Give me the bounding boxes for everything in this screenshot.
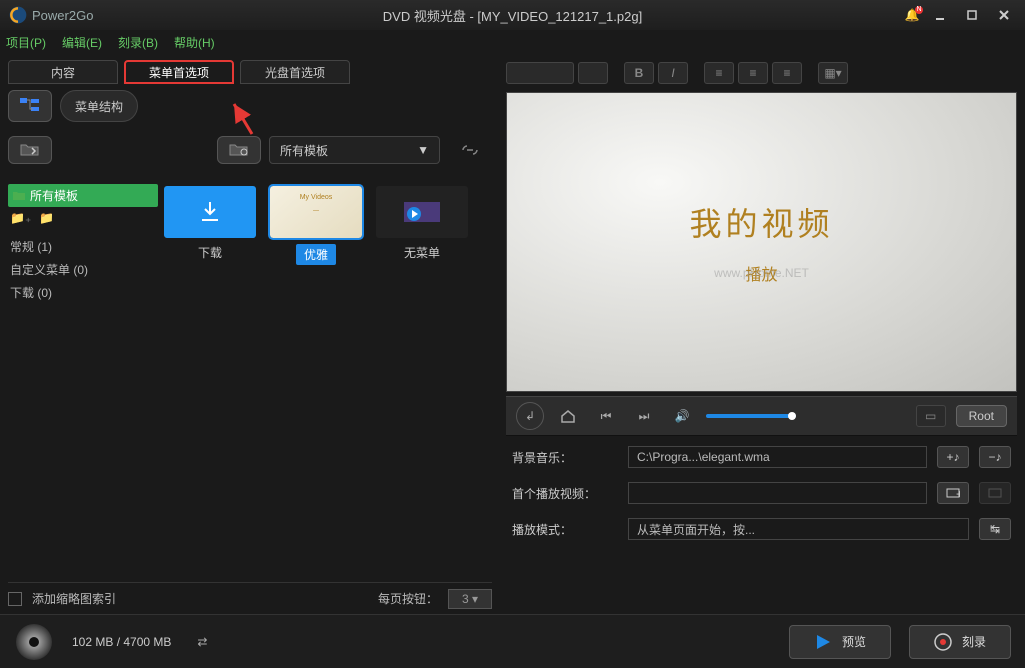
play-icon — [814, 633, 832, 651]
bgm-label: 背景音乐： — [512, 449, 618, 466]
folder-small-icon — [12, 190, 26, 202]
thumb-index-label: 添加缩略图索引 — [32, 590, 116, 607]
align-left-button[interactable]: ≡ — [704, 62, 734, 84]
align-center-button[interactable]: ≡ — [738, 62, 768, 84]
tree-download[interactable]: 下载 (0) — [8, 281, 158, 304]
window-title: DVD 视频光盘 - [MY_VIDEO_121217_1.p2g] — [383, 6, 642, 25]
download-icon — [196, 198, 224, 226]
menu-burn[interactable]: 刻录(B) — [118, 34, 158, 51]
play-mode-value[interactable]: 从菜单页面开始，按... — [628, 518, 969, 540]
template-filter-label: 所有模板 — [280, 142, 328, 159]
template-card-download[interactable]: 下载 — [164, 186, 256, 261]
first-video-value[interactable] — [628, 482, 927, 504]
volume-slider[interactable] — [706, 414, 796, 418]
italic-button[interactable]: I — [658, 62, 688, 84]
template-card-nomenu[interactable]: 无菜单 — [376, 186, 468, 261]
bold-button[interactable]: B — [624, 62, 654, 84]
preview-title[interactable]: 我的视频 — [689, 199, 833, 245]
preview-toolbar: B I ≡ ≡ ≡ ▦▾ — [506, 60, 1017, 86]
thumb-index-checkbox[interactable] — [8, 592, 22, 606]
new-folder-icon[interactable]: 📁₊ — [10, 211, 31, 225]
remove-video-button[interactable] — [979, 482, 1011, 504]
disc-icon — [14, 622, 54, 662]
menu-bar: 项目(P) 编辑(E) 刻录(B) 帮助(H) — [0, 30, 1025, 54]
tab-content[interactable]: 内容 — [8, 60, 118, 84]
preview-button[interactable]: 预览 — [789, 625, 891, 659]
svg-text:+: + — [956, 487, 960, 500]
root-button[interactable]: Root — [956, 405, 1007, 427]
return-button[interactable]: ↲ — [516, 402, 544, 430]
swap-icon[interactable]: ⇄ — [197, 635, 207, 649]
maximize-button[interactable] — [959, 5, 985, 25]
burn-disc-icon — [934, 633, 952, 651]
display-mode-button[interactable]: ▭ — [916, 405, 946, 427]
add-video-button[interactable]: + — [937, 482, 969, 504]
menu-help[interactable]: 帮助(H) — [174, 34, 215, 51]
home-button[interactable] — [554, 402, 582, 430]
tab-disc-preferences[interactable]: 光盘首选项 — [240, 60, 350, 84]
folder-gear-icon — [228, 142, 250, 158]
menu-preview: 我的视频 播放 www.pHome.NET — [506, 92, 1017, 392]
tab-menu-preferences[interactable]: 菜单首选项 — [124, 60, 234, 84]
align-right-button[interactable]: ≡ — [772, 62, 802, 84]
remove-music-button[interactable]: −♪ — [979, 446, 1011, 468]
layout-button[interactable]: ▦▾ — [818, 62, 848, 84]
category-all-templates[interactable]: 所有模板 — [8, 184, 158, 207]
link-icon[interactable] — [448, 136, 492, 164]
app-name: Power2Go — [32, 8, 93, 23]
folder-settings-button[interactable] — [217, 136, 261, 164]
menu-structure-button[interactable] — [8, 90, 52, 122]
per-page-label: 每页按钮： — [378, 590, 438, 607]
player-controls: ↲ ⏮ ⏭ 🔊 ▭ Root — [506, 396, 1017, 436]
bgm-value[interactable]: C:\Progra...\elegant.wma — [628, 446, 927, 468]
tree-general[interactable]: 常规 (1) — [8, 235, 158, 258]
notification-bell-icon[interactable]: 🔔N — [903, 8, 921, 22]
capacity-text: 102 MB / 4700 MB — [72, 635, 171, 649]
template-card-elegant[interactable]: My Videos— 优雅 — [270, 186, 362, 265]
prev-button[interactable]: ⏮ — [592, 402, 620, 430]
menu-edit[interactable]: 编辑(E) — [62, 34, 102, 51]
title-bar: Power2Go DVD 视频光盘 - [MY_VIDEO_121217_1.p… — [0, 0, 1025, 30]
font-dropdown[interactable] — [506, 62, 574, 84]
template-filter-dropdown[interactable]: 所有模板 ▼ — [269, 136, 440, 164]
folder-icon — [19, 142, 41, 158]
filmstrip-icon — [396, 194, 448, 230]
minimize-button[interactable] — [927, 5, 953, 25]
app-logo-icon — [8, 5, 28, 25]
volume-button[interactable]: 🔊 — [668, 402, 696, 430]
play-mode-label: 播放模式： — [512, 521, 618, 538]
add-music-button[interactable]: +♪ — [937, 446, 969, 468]
close-button[interactable] — [991, 5, 1017, 25]
burn-button[interactable]: 刻录 — [909, 625, 1011, 659]
footer-bar: 102 MB / 4700 MB ⇄ 预览 刻录 — [0, 614, 1025, 668]
folder-icon-2[interactable]: 📁 — [39, 211, 54, 225]
next-button[interactable]: ⏭ — [630, 402, 658, 430]
play-mode-settings-button[interactable]: ↹ — [979, 518, 1011, 540]
font-color-button[interactable] — [578, 62, 608, 84]
folder-open-button[interactable] — [8, 136, 52, 164]
watermark: www.pHome.NET — [714, 266, 809, 280]
first-video-label: 首个播放视频： — [512, 485, 618, 502]
chevron-down-icon: ▼ — [417, 143, 429, 157]
tree-custom[interactable]: 自定义菜单 (0) — [8, 258, 158, 281]
tree-icon — [19, 97, 41, 115]
menu-structure-label: 菜单结构 — [60, 90, 138, 122]
menu-project[interactable]: 项目(P) — [6, 34, 46, 51]
per-page-selector[interactable]: 3 ▾ — [448, 589, 492, 609]
